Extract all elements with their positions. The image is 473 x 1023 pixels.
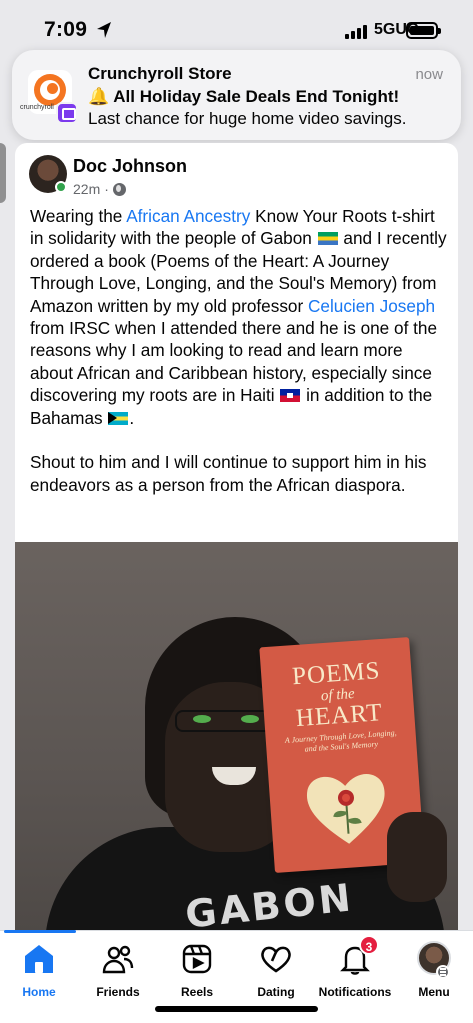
reels-icon (179, 941, 215, 977)
african-ancestry-link[interactable]: African Ancestry (126, 206, 250, 226)
bahamas-flag-icon (108, 411, 129, 425)
notification-banner[interactable]: crunchyroll Crunchyroll Store now 🔔 All … (12, 50, 461, 140)
online-status-icon (55, 181, 67, 193)
tab-home[interactable]: Home (0, 941, 84, 999)
post-text: Wearing the African Ancestry Know Your R… (30, 205, 450, 496)
post-card: Doc Johnson 22m · Wearing the African An… (15, 143, 458, 933)
post-photo[interactable]: GABON POEMS of the HEART A Journey Throu… (15, 542, 458, 933)
active-tab-indicator (4, 930, 76, 933)
signal-icon (345, 25, 367, 39)
home-indicator[interactable] (155, 1006, 318, 1012)
gabon-flag-icon (317, 232, 338, 246)
post-time: 22m (73, 181, 101, 197)
tab-menu[interactable]: Menu (389, 941, 473, 999)
notifications-count-badge: 3 (359, 935, 379, 955)
status-time: 7:09 (44, 18, 88, 41)
home-icon (21, 941, 57, 977)
celucien-joseph-link[interactable]: Celucien Joseph (308, 296, 435, 316)
dating-heart-icon (258, 941, 294, 977)
friends-icon (100, 941, 136, 977)
notification-title: 🔔 All Holiday Sale Deals End Tonight! (88, 87, 400, 106)
author-name[interactable]: Doc Johnson (73, 156, 187, 177)
notification-body: Last chance for huge home video savings. (88, 109, 407, 128)
location-arrow-icon (97, 22, 111, 38)
menu-lines-icon (436, 965, 450, 979)
heart-rose-icon (306, 774, 385, 844)
post-paragraph-1: Wearing the African Ancestry Know Your R… (30, 206, 447, 428)
post-paragraph-2: Shout to him and I will continue to supp… (30, 452, 427, 495)
globe-icon (112, 182, 126, 196)
store-badge-icon (56, 102, 78, 124)
tab-friends[interactable]: Friends (73, 941, 163, 999)
notification-app-name: Crunchyroll Store (88, 64, 232, 83)
haiti-flag-icon (280, 389, 301, 403)
bell-icon: 3 (337, 935, 379, 977)
tab-notifications[interactable]: 3 Notifications (310, 935, 400, 999)
notification-time: now (415, 66, 443, 83)
tab-reels[interactable]: Reels (152, 941, 242, 999)
battery-icon (406, 22, 441, 39)
post-meta: 22m · (73, 181, 126, 197)
left-edge-handle (0, 143, 6, 203)
tab-dating[interactable]: Dating (231, 941, 321, 999)
